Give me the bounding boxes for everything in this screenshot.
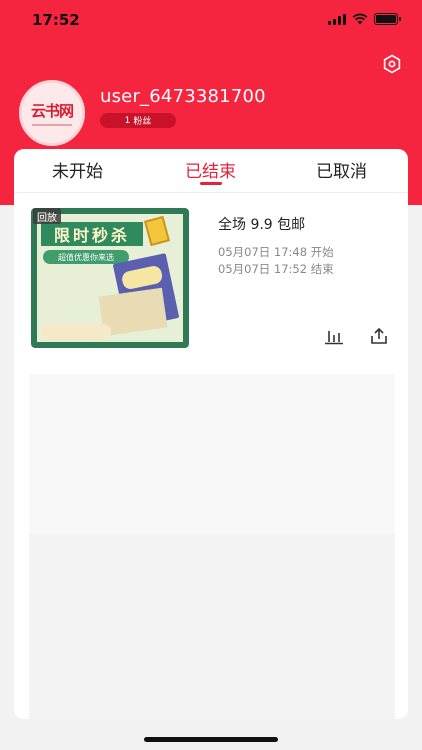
empty-placeholder bbox=[29, 534, 395, 719]
cellular-signal-icon bbox=[328, 13, 346, 25]
settings-icon[interactable] bbox=[382, 54, 402, 74]
event-start-time: 05月07日 17:48 开始 bbox=[218, 245, 334, 259]
tab-bar: 未开始 已结束 已取消 bbox=[14, 149, 408, 193]
replay-tag: 回放 bbox=[33, 208, 61, 224]
avatar-logo-text: 云书网 bbox=[30, 102, 74, 120]
event-thumbnail[interactable]: 限时秒杀 超值优惠你来选 bbox=[31, 208, 189, 348]
status-icons bbox=[328, 13, 401, 25]
wifi-icon bbox=[352, 13, 368, 25]
share-icon[interactable] bbox=[369, 326, 389, 346]
events-card: 未开始 已结束 已取消 限时秒杀 超值优惠你来选 回放 全场 9.9 包邮 05… bbox=[14, 149, 408, 719]
tab-not-started[interactable]: 未开始 bbox=[52, 157, 103, 182]
status-time: 17:52 bbox=[32, 11, 80, 29]
tab-ended[interactable]: 已结束 bbox=[185, 157, 236, 182]
event-end-time: 05月07日 17:52 结束 bbox=[218, 262, 334, 276]
list-item[interactable]: 限时秒杀 超值优惠你来选 回放 全场 9.9 包邮 05月07日 17:48 开… bbox=[14, 195, 408, 363]
fans-label: 粉丝 bbox=[133, 117, 152, 127]
stats-icon[interactable] bbox=[324, 328, 344, 346]
avatar-logo: 云书网 bbox=[22, 83, 82, 143]
empty-placeholder bbox=[29, 374, 395, 534]
battery-icon bbox=[374, 13, 401, 25]
thumbnail-frame bbox=[31, 208, 189, 348]
status-bar: 17:52 bbox=[0, 0, 422, 44]
fans-badge[interactable]: 1 粉丝 bbox=[100, 113, 176, 128]
avatar-logo-underline bbox=[32, 124, 72, 126]
tab-cancelled[interactable]: 已取消 bbox=[316, 157, 367, 182]
username: user_6473381700 bbox=[100, 86, 266, 107]
active-tab-indicator bbox=[200, 182, 222, 185]
event-title: 全场 9.9 包邮 bbox=[218, 217, 306, 233]
avatar[interactable]: 云书网 bbox=[19, 80, 85, 146]
fans-count: 1 bbox=[124, 115, 131, 126]
home-indicator bbox=[144, 737, 278, 742]
